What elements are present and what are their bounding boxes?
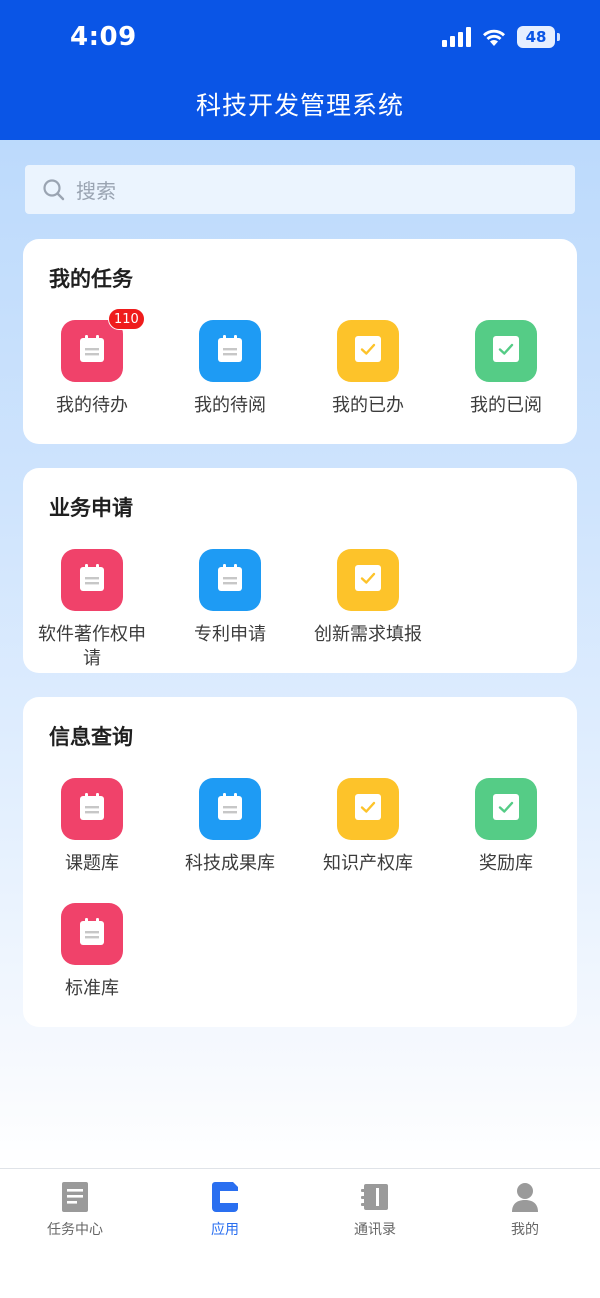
checkbox-icon bbox=[492, 793, 520, 825]
tab-label: 应用 bbox=[211, 1222, 239, 1238]
calendar-icon bbox=[79, 918, 105, 950]
ip-library-tile bbox=[337, 778, 399, 840]
innovation-demand-item[interactable]: 创新需求填报 bbox=[299, 549, 437, 647]
todo-tile: 110 bbox=[61, 308, 145, 382]
done-tile bbox=[337, 320, 399, 382]
tab-apps[interactable]: 应用 bbox=[150, 1181, 300, 1239]
item-label: 标准库 bbox=[65, 978, 119, 999]
page-title: 科技开发管理系统 bbox=[195, 91, 404, 120]
app-header: 4:09 48 科技开发管理系统 bbox=[0, 0, 600, 140]
tab-mine[interactable]: 我的 bbox=[450, 1181, 600, 1239]
document-icon bbox=[62, 1182, 88, 1212]
tab-contacts[interactable]: 通讯录 bbox=[300, 1181, 450, 1239]
tab-task-center[interactable]: 任务中心 bbox=[0, 1181, 150, 1239]
wifi-icon bbox=[483, 29, 505, 46]
read-item[interactable]: 我的已阅 bbox=[437, 320, 575, 418]
to-read-item[interactable]: 我的待阅 bbox=[161, 320, 299, 418]
status-time: 4:09 bbox=[70, 22, 137, 52]
app-icon bbox=[212, 1182, 238, 1212]
done-item[interactable]: 我的已办 bbox=[299, 320, 437, 418]
checkbox-icon bbox=[354, 793, 382, 825]
software-copyright-tile bbox=[61, 549, 123, 611]
todo-count-badge: 110 bbox=[108, 308, 145, 330]
innovation-demand-tile bbox=[337, 549, 399, 611]
project-library-tile bbox=[61, 778, 123, 840]
project-library-item[interactable]: 课题库 bbox=[23, 778, 161, 876]
my-tasks-card: 我的任务 110 我的待办 我的待阅 我的已办 我的已阅 bbox=[23, 239, 577, 444]
patent-apply-item[interactable]: 专利申请 bbox=[161, 549, 299, 647]
item-label: 我的待办 bbox=[56, 395, 128, 416]
tab-label: 任务中心 bbox=[47, 1222, 103, 1238]
checkbox-icon bbox=[354, 335, 382, 367]
item-label: 软件著作权申请 bbox=[38, 624, 146, 669]
search-input[interactable]: 搜索 bbox=[25, 165, 575, 214]
tab-label: 通讯录 bbox=[354, 1222, 396, 1238]
item-label: 我的已办 bbox=[332, 395, 404, 416]
standard-library-item[interactable]: 标准库 bbox=[23, 903, 161, 1001]
calendar-icon bbox=[217, 335, 243, 367]
item-label: 奖励库 bbox=[479, 853, 533, 874]
section-title: 信息查询 bbox=[49, 725, 133, 749]
battery-level: 48 bbox=[517, 26, 555, 48]
item-label: 科技成果库 bbox=[185, 853, 275, 874]
calendar-icon bbox=[217, 793, 243, 825]
calendar-icon bbox=[79, 335, 105, 367]
tab-label: 我的 bbox=[511, 1222, 539, 1238]
checkbox-icon bbox=[492, 335, 520, 367]
business-apply-card: 业务申请 软件著作权申请 专利申请 创新需求填报 bbox=[23, 468, 577, 673]
battery-icon: 48 bbox=[517, 26, 560, 48]
item-label: 创新需求填报 bbox=[314, 624, 422, 645]
item-label: 知识产权库 bbox=[323, 853, 413, 874]
cellular-signal-icon bbox=[442, 27, 471, 47]
search-placeholder: 搜索 bbox=[76, 179, 116, 203]
contacts-book-icon bbox=[361, 1184, 388, 1210]
search-icon bbox=[43, 178, 65, 200]
checkbox-icon bbox=[354, 564, 382, 596]
calendar-icon bbox=[217, 564, 243, 596]
section-title: 业务申请 bbox=[49, 496, 133, 520]
achievement-library-item[interactable]: 科技成果库 bbox=[161, 778, 299, 876]
item-label: 我的已阅 bbox=[470, 395, 542, 416]
software-copyright-item[interactable]: 软件著作权申请 bbox=[23, 549, 161, 671]
status-indicators: 48 bbox=[442, 26, 560, 48]
standard-library-tile bbox=[61, 903, 123, 965]
calendar-icon bbox=[79, 564, 105, 596]
achievement-library-tile bbox=[199, 778, 261, 840]
info-query-card: 信息查询 课题库 科技成果库 知识产权库 奖励库 标准库 bbox=[23, 697, 577, 1027]
award-library-item[interactable]: 奖励库 bbox=[437, 778, 575, 876]
patent-apply-tile bbox=[199, 549, 261, 611]
to-read-tile bbox=[199, 320, 261, 382]
section-title: 我的任务 bbox=[49, 267, 133, 291]
person-icon bbox=[512, 1183, 538, 1212]
bottom-tab-bar: 任务中心 应用 通讯录 我的 bbox=[0, 1168, 600, 1298]
item-label: 我的待阅 bbox=[194, 395, 266, 416]
item-label: 课题库 bbox=[65, 853, 119, 874]
calendar-icon bbox=[79, 793, 105, 825]
award-library-tile bbox=[475, 778, 537, 840]
ip-library-item[interactable]: 知识产权库 bbox=[299, 778, 437, 876]
item-label: 专利申请 bbox=[194, 624, 266, 645]
read-tile bbox=[475, 320, 537, 382]
todo-item[interactable]: 110 我的待办 bbox=[23, 308, 161, 418]
